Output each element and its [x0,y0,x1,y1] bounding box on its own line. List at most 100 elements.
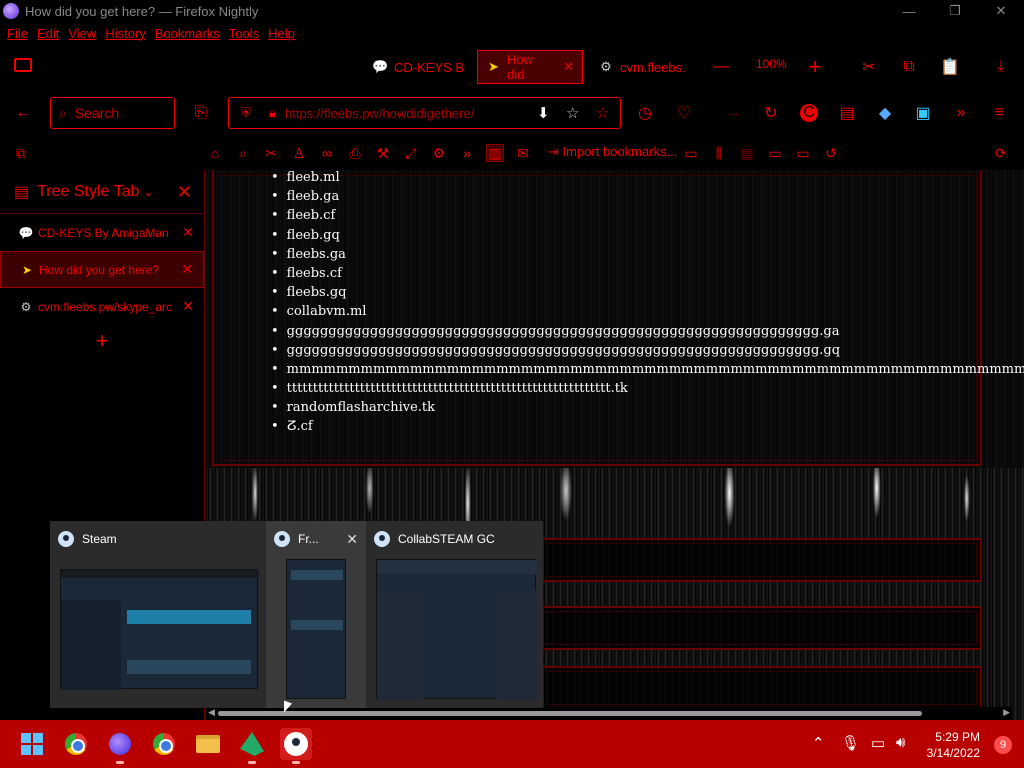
scissors-icon[interactable]: ✂ [262,144,280,162]
hamburger-menu-icon[interactable]: ≡ [990,104,1008,122]
zoom-in-icon[interactable]: + [806,54,824,79]
menu-edit[interactable]: Edit [37,26,59,41]
sidebar-toggle-icon[interactable]: ▥ [486,144,504,162]
system-clock[interactable]: 5:29 PM 3/14/2022 [927,729,980,761]
preview-collabsteam-gc[interactable]: CollabSTEAM GC [366,521,543,708]
start-button[interactable] [16,728,48,760]
sidebar-close-icon[interactable]: ✕ [177,182,192,203]
preview-friends[interactable]: Fr... ✕ [266,521,366,708]
cut-icon[interactable]: ✂ [860,58,878,76]
sidebar-header[interactable]: ▤ Tree Style Tab ⌄ ✕ [0,170,204,214]
tab-how-did[interactable]: ➤ How did ✕ [477,50,583,84]
mail-icon[interactable]: ✉ [514,144,532,162]
screenshot-icon[interactable]: ▭ [682,144,700,162]
close-window-button[interactable]: ✕ [978,0,1024,22]
taskbar-steam[interactable] [280,728,312,764]
sidebar-tab-cvm-fleebs[interactable]: ⚙ cvm.fleebs.pw/skype_arc ✕ [0,288,204,325]
print-icon[interactable]: ⎙ [346,144,364,162]
minimize-button[interactable]: — [886,0,932,22]
menu-help[interactable]: Help [268,26,295,41]
history-clock-icon[interactable]: ◷ [636,104,654,122]
list-item: gggggggggggggggggggggggggggggggggggggggg… [283,322,1024,341]
person-icon[interactable]: ♙ [290,144,308,162]
search-input[interactable]: ⌕ Search [50,97,175,129]
download-icon[interactable]: ⤓ [992,58,1010,76]
new-window-icon[interactable]: ⧉ [12,144,30,162]
wrench-icon[interactable]: ⚒ [374,144,392,162]
list-item: collabvm.ml [283,302,1024,321]
pocket-icon[interactable]: ♡ [675,104,693,122]
fullscreen-icon[interactable]: ⤢ [402,144,420,162]
overflow-chevrons-icon[interactable]: » [952,104,970,122]
microphone-icon[interactable]: 🎙︎ [841,734,860,752]
sidebar-title: Tree Style Tab [37,182,140,200]
save-icon[interactable]: ▣ [914,104,932,122]
share-icon[interactable]: ⎘ [192,104,210,122]
list-item: fleebs.gq [283,283,1024,302]
speech-bubble-icon: 💬 [372,59,389,74]
folder-plus-icon[interactable]: ▭ [766,144,784,162]
tab-close-icon[interactable]: ✕ [563,59,574,75]
restore-button[interactable]: ❐ [932,0,978,22]
forward-icon[interactable]: → [724,104,742,122]
window-icon[interactable]: ▭ [794,144,812,162]
library-icon[interactable]: ⫼ [710,144,728,162]
mask-icon[interactable]: ∞ [318,144,336,162]
folder-icon[interactable] [14,58,32,72]
scroll-right-icon[interactable]: ▶ [1003,707,1010,718]
tab-cvm-fleebs[interactable]: ⚙ cvm.fleebs. [590,50,694,84]
home-icon[interactable]: ⌂ [206,144,224,162]
diamond-icon[interactable]: ◆ [876,104,894,122]
more-chevrons-icon[interactable]: » [458,144,476,162]
tab-close-icon[interactable]: ✕ [181,261,193,278]
search-tool-icon[interactable]: ⌕ [234,144,252,162]
back-icon[interactable]: ← [14,104,32,122]
tab-cd-keys[interactable]: 💬 CD-KEYS B [364,50,472,84]
import-bookmarks-button[interactable]: ⇥ Import bookmarks... [548,144,677,160]
volume-icon[interactable]: 🔊︎ [896,734,905,751]
tab-strip: 💬 CD-KEYS B ➤ How did ✕ ⚙ cvm.fleebs. — … [0,44,1024,90]
star-outline-icon[interactable]: ☆ [566,104,579,122]
preview-close-icon[interactable]: ✕ [346,531,358,548]
extension-c-icon[interactable]: C [800,104,818,122]
taskbar-collabvm[interactable] [236,728,268,764]
list-item: fleebs.ga [283,245,1024,264]
download-circle-icon[interactable]: ⬇ [537,104,550,122]
taskbar-firefox-nightly[interactable] [104,728,136,764]
taskbar-chrome[interactable] [60,728,92,760]
menu-history[interactable]: History [105,26,145,41]
preview-title: Fr... [298,532,319,546]
tab-close-icon[interactable]: ✕ [182,224,194,241]
image-icon[interactable]: ▦ [738,144,756,162]
scrollbar-thumb[interactable] [218,711,922,716]
list-item: mmmmmmmmmmmmmmmmmmmmmmmmmmmmmmmmmmmmmmmm… [283,360,1024,379]
bookmark-star-icon[interactable]: ☆ [596,104,609,122]
sidebar-tab-how-did[interactable]: ➤ How did you get here? ✕ [0,251,204,288]
tab-close-icon[interactable]: ✕ [182,298,194,315]
zoom-out-icon[interactable]: — [712,58,730,76]
lock-icon: 🔒︎ [269,105,276,120]
taskbar-file-explorer[interactable] [192,728,224,760]
gear-icon[interactable]: ⚙ [430,144,448,162]
zoom-level[interactable]: 100% [756,57,787,71]
reader-icon[interactable]: ▤ [838,104,856,122]
preview-steam[interactable]: Steam [50,521,266,708]
scroll-left-icon[interactable]: ◀ [208,707,215,718]
menu-view[interactable]: View [68,26,96,41]
sidebar-tab-cd-keys[interactable]: 💬 CD-KEYS By AmigaMan ✕ [0,214,204,251]
menu-bookmarks[interactable]: Bookmarks [155,26,220,41]
notification-badge[interactable]: 9 [994,736,1012,754]
network-icon[interactable]: ▭ [871,734,885,752]
reload-icon[interactable]: ↻ [762,104,780,122]
copy-icon[interactable]: ⧉ [900,58,918,76]
restore-history-icon[interactable]: ↺ [822,144,840,162]
horizontal-scrollbar[interactable]: ◀ ▶ [206,707,1012,720]
menu-tools[interactable]: Tools [229,26,259,41]
paste-icon[interactable]: 📋 [940,58,960,76]
url-bar[interactable]: ⛨ 🔒︎ https://fleebs.pw/howdidigethere/ ⬇… [228,97,621,129]
new-tab-button[interactable]: + [0,325,204,357]
menu-file[interactable]: File [7,26,28,41]
sync-icon[interactable]: ⟳ [992,144,1010,162]
taskbar-chrome-2[interactable] [148,728,180,760]
chevron-up-icon[interactable]: ⌃ [812,734,825,752]
